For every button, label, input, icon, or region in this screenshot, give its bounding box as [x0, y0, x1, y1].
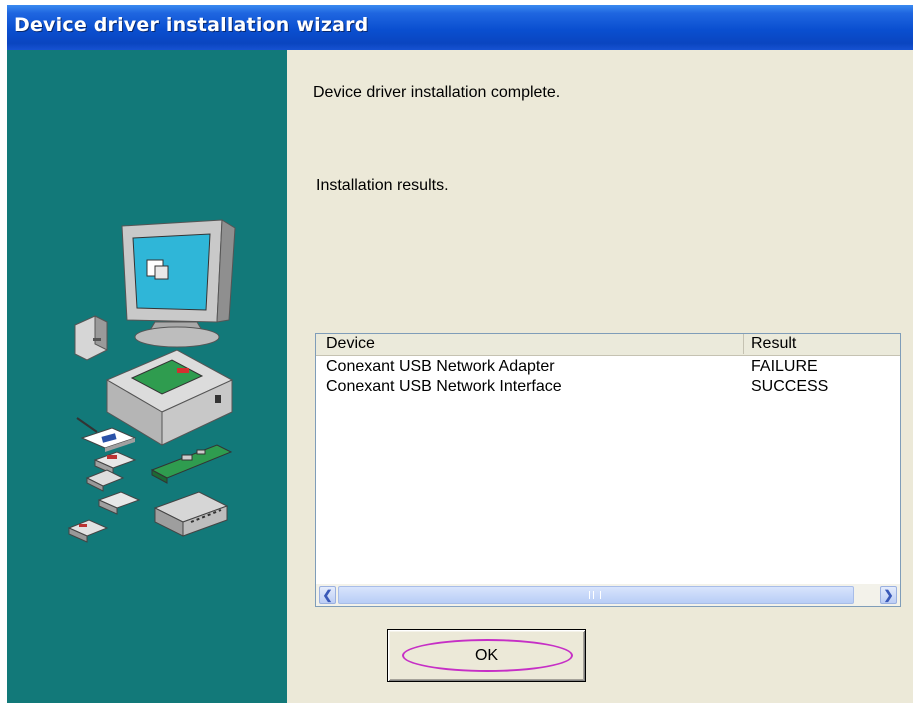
results-list[interactable]: Device Result Conexant USB Network Adapt… [315, 333, 901, 607]
chevron-right-icon: ❯ [883, 588, 894, 602]
title-bar[interactable]: Device driver installation wizard [7, 5, 913, 50]
device-name: Conexant USB Network Adapter [326, 358, 555, 375]
adapter-card-icon [85, 451, 137, 492]
column-header-device[interactable]: Device [316, 334, 744, 354]
scroll-left-button[interactable]: ❮ [319, 586, 336, 604]
chevron-left-icon: ❮ [322, 588, 333, 602]
wizard-side-panel [7, 50, 287, 703]
list-item[interactable]: Conexant USB Network Adapter FAILURE [316, 357, 900, 377]
scrollbar-thumb[interactable] [338, 586, 854, 604]
horizontal-scrollbar[interactable]: ❮ ❯ [316, 584, 900, 606]
scroll-grip-icon [589, 591, 601, 599]
column-header-result[interactable]: Result [745, 334, 900, 354]
device-result: SUCCESS [751, 378, 829, 395]
wizard-content: Device driver installation complete. Ins… [287, 50, 913, 703]
computer-case-icon [105, 349, 234, 446]
ok-button-label: OK [474, 647, 499, 664]
list-item[interactable]: Conexant USB Network Interface SUCCESS [316, 377, 900, 397]
completion-message: Device driver installation complete. [313, 84, 561, 101]
ok-button[interactable]: OK [387, 629, 586, 682]
modem-icon [74, 315, 108, 361]
window-title: Device driver installation wizard [14, 14, 369, 36]
monitor-icon [121, 219, 236, 348]
results-label: Installation results. [316, 177, 449, 194]
device-name: Conexant USB Network Interface [326, 378, 562, 395]
scroll-right-button[interactable]: ❯ [880, 586, 897, 604]
list-header: Device Result [316, 334, 900, 356]
wizard-window: Device driver installation wizard Device… [7, 5, 913, 703]
network-card-icon [150, 444, 233, 484]
device-result: FAILURE [751, 358, 818, 375]
network-hub-icon [153, 491, 229, 537]
pcmcia-card-icon [67, 491, 141, 543]
hardware-illustration [67, 219, 236, 543]
